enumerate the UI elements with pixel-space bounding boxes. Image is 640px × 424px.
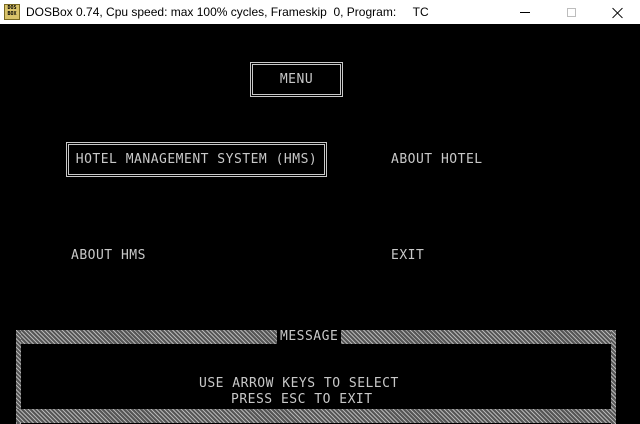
menu-title: MENU	[250, 62, 343, 97]
menu-item-about-hotel[interactable]: ABOUT HOTEL	[391, 153, 483, 167]
message-panel-label: MESSAGE	[277, 330, 342, 344]
message-line-1: USE ARROW KEYS TO SELECT	[199, 376, 399, 391]
message-line-2: PRESS ESC TO EXIT	[231, 392, 373, 407]
dosbox-icon[interactable]: DOS BOX	[4, 4, 20, 20]
title-bar[interactable]: DOS BOX DOSBox 0.74, Cpu speed: max 100%…	[0, 0, 640, 24]
menu-item-hms[interactable]: HOTEL MANAGEMENT SYSTEM (HMS)	[66, 142, 327, 177]
minimize-button[interactable]	[502, 0, 548, 24]
close-icon	[612, 7, 623, 18]
maximize-button[interactable]	[548, 0, 594, 24]
minimize-icon	[520, 11, 530, 13]
menu-item-about-hms[interactable]: ABOUT HMS	[71, 249, 146, 263]
dos-screen[interactable]: MENU HOTEL MANAGEMENT SYSTEM (HMS) ABOUT…	[0, 24, 640, 424]
dosbox-window: DOS BOX DOSBox 0.74, Cpu speed: max 100%…	[0, 0, 640, 424]
maximize-icon	[566, 7, 576, 17]
menu-item-exit[interactable]: EXIT	[391, 249, 424, 263]
close-button[interactable]	[594, 0, 640, 24]
message-panel-bottom-border	[16, 409, 616, 423]
window-title: DOSBox 0.74, Cpu speed: max 100% cycles,…	[26, 5, 429, 19]
